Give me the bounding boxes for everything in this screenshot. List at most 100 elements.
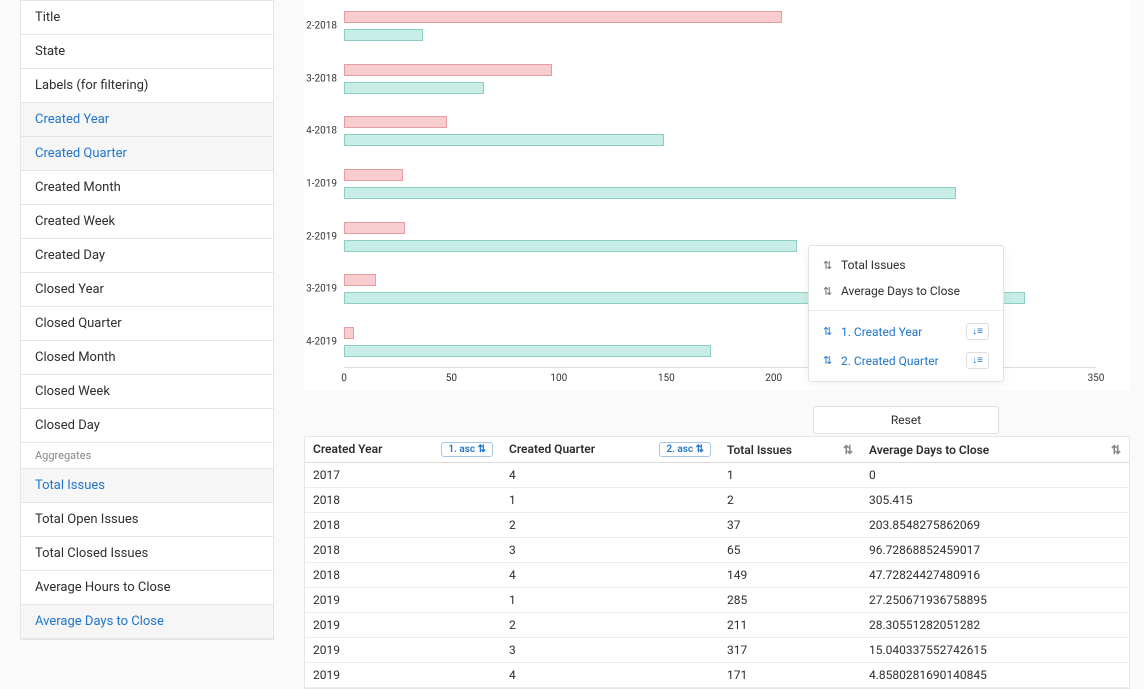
chart-bar[interactable] xyxy=(344,134,664,146)
chart-y-label: 4-2019 xyxy=(304,336,342,347)
table-row: 201812305.415 xyxy=(305,488,1129,513)
table-cell: 2 xyxy=(501,513,719,538)
table-cell: 203.8548275862069 xyxy=(861,513,1129,538)
popup-label: 2. Created Quarter xyxy=(841,354,939,368)
sidebar-aggregate[interactable]: Average Hours to Close xyxy=(21,571,273,605)
table-cell: 171 xyxy=(719,663,861,688)
sidebar-field[interactable]: Created Quarter xyxy=(21,137,273,171)
popup-sort-created-year[interactable]: ⇅ 1. Created Year ↓≡ xyxy=(815,317,997,346)
chart-x-label: 50 xyxy=(446,373,457,384)
chart-x-label: 0 xyxy=(341,373,347,384)
chart-y-label: 3-2019 xyxy=(304,284,342,295)
table-cell: 2019 xyxy=(305,638,501,663)
table-row: 201836596.72868852459017 xyxy=(305,538,1129,563)
chart-bar[interactable] xyxy=(344,82,484,94)
table-cell: 4 xyxy=(501,563,719,588)
table-cell: 317 xyxy=(719,638,861,663)
sort-badge[interactable]: 1. asc ⇅ xyxy=(441,442,493,457)
sort-icon[interactable]: ⇅ xyxy=(1111,443,1121,457)
table-cell: 15.040337552742615 xyxy=(861,638,1129,663)
table-row: 2019128527.250671936758895 xyxy=(305,588,1129,613)
chart-bar[interactable] xyxy=(344,274,376,286)
table-cell: 2019 xyxy=(305,663,501,688)
sidebar-field[interactable]: State xyxy=(21,35,273,69)
chart-bar[interactable] xyxy=(344,327,354,339)
chart-bar[interactable] xyxy=(344,169,403,181)
table-cell: 2 xyxy=(501,613,719,638)
sidebar-field[interactable]: Closed Week xyxy=(21,375,273,409)
table-cell: 2018 xyxy=(305,513,501,538)
table-row: 201941714.8580281690140845 xyxy=(305,663,1129,688)
chart-bar[interactable] xyxy=(344,345,711,357)
table-header[interactable]: Created Year1. asc ⇅ xyxy=(305,437,501,463)
chart-bar[interactable] xyxy=(344,29,423,41)
table-cell: 65 xyxy=(719,538,861,563)
updown-icon: ⇅ xyxy=(823,285,833,298)
popup-label: Average Days to Close xyxy=(841,284,960,298)
chart: 2-20183-20184-20181-20192-20193-20194-20… xyxy=(304,0,1130,390)
sidebar-field[interactable]: Labels (for filtering) xyxy=(21,69,273,103)
chart-bar[interactable] xyxy=(344,11,782,23)
table-cell: 3 xyxy=(501,538,719,563)
chart-bar[interactable] xyxy=(344,187,956,199)
popup-label: Total Issues xyxy=(841,258,906,272)
table-cell: 305.415 xyxy=(861,488,1129,513)
popup-sort-created-quarter[interactable]: ⇅ 2. Created Quarter ↓≡ xyxy=(815,346,997,375)
chart-bar[interactable] xyxy=(344,116,447,128)
sort-badge[interactable]: 2. asc ⇅ xyxy=(659,442,711,457)
table-cell: 2019 xyxy=(305,613,501,638)
aggregates-header: Aggregates xyxy=(21,443,273,469)
main-panel: 2-20183-20184-20181-20192-20193-20194-20… xyxy=(274,0,1144,640)
table-cell: 285 xyxy=(719,588,861,613)
sidebar-field[interactable]: Created Year xyxy=(21,103,273,137)
reset-button[interactable]: Reset xyxy=(813,406,999,434)
sidebar-field[interactable]: Created Week xyxy=(21,205,273,239)
table-cell: 2017 xyxy=(305,463,501,488)
table-header[interactable]: Created Quarter2. asc ⇅ xyxy=(501,437,719,463)
sidebar-aggregate[interactable]: Total Issues xyxy=(21,469,273,503)
popup-metric-avg-days[interactable]: ⇅ Average Days to Close xyxy=(815,278,997,304)
sidebar-field[interactable]: Closed Day xyxy=(21,409,273,443)
sidebar-field[interactable]: Closed Quarter xyxy=(21,307,273,341)
sidebar-aggregate[interactable]: Total Open Issues xyxy=(21,503,273,537)
sidebar-field[interactable]: Closed Year xyxy=(21,273,273,307)
table-cell: 3 xyxy=(501,638,719,663)
sidebar-field[interactable]: Created Day xyxy=(21,239,273,273)
sidebar-field[interactable]: Closed Month xyxy=(21,341,273,375)
table-header[interactable]: Total Issues⇅ xyxy=(719,437,861,463)
table-cell: 4 xyxy=(501,463,719,488)
table-cell: 1 xyxy=(719,463,861,488)
chart-bar[interactable] xyxy=(344,64,552,76)
popup-label: 1. Created Year xyxy=(841,325,922,339)
table-cell: 27.250671936758895 xyxy=(861,588,1129,613)
chart-x-label: 150 xyxy=(658,373,675,384)
updown-icon: ⇅ xyxy=(823,325,833,338)
table-row: 2019221128.30551282051282 xyxy=(305,613,1129,638)
sort-icon[interactable]: ⇅ xyxy=(843,443,853,457)
table-cell: 37 xyxy=(719,513,861,538)
table-row: 2018237203.8548275862069 xyxy=(305,513,1129,538)
chart-bar[interactable] xyxy=(344,222,405,234)
table-cell: 2018 xyxy=(305,488,501,513)
table-cell: 1 xyxy=(501,488,719,513)
sort-asc-icon[interactable]: ↓≡ xyxy=(966,323,989,340)
sort-asc-icon[interactable]: ↓≡ xyxy=(966,352,989,369)
table-cell: 2018 xyxy=(305,563,501,588)
table-cell: 28.30551282051282 xyxy=(861,613,1129,638)
table-cell: 1 xyxy=(501,588,719,613)
table-cell: 149 xyxy=(719,563,861,588)
popup-metric-total-issues[interactable]: ⇅ Total Issues xyxy=(815,252,997,278)
sort-popup: ⇅ Total Issues ⇅ Average Days to Close ⇅… xyxy=(808,245,1004,382)
chart-x-label: 200 xyxy=(765,373,782,384)
table-header[interactable]: Average Days to Close⇅ xyxy=(861,437,1129,463)
table-cell: 4.8580281690140845 xyxy=(861,663,1129,688)
chart-y-label: 2-2018 xyxy=(304,21,342,32)
table-cell: 47.72824427480916 xyxy=(861,563,1129,588)
chart-bar[interactable] xyxy=(344,240,797,252)
updown-icon: ⇅ xyxy=(823,259,833,272)
sidebar-aggregate[interactable]: Total Closed Issues xyxy=(21,537,273,571)
sidebar-field[interactable]: Title xyxy=(21,1,273,35)
sidebar-field[interactable]: Created Month xyxy=(21,171,273,205)
sidebar-aggregate[interactable]: Average Days to Close xyxy=(21,605,273,639)
chart-y-label: 4-2018 xyxy=(304,126,342,137)
